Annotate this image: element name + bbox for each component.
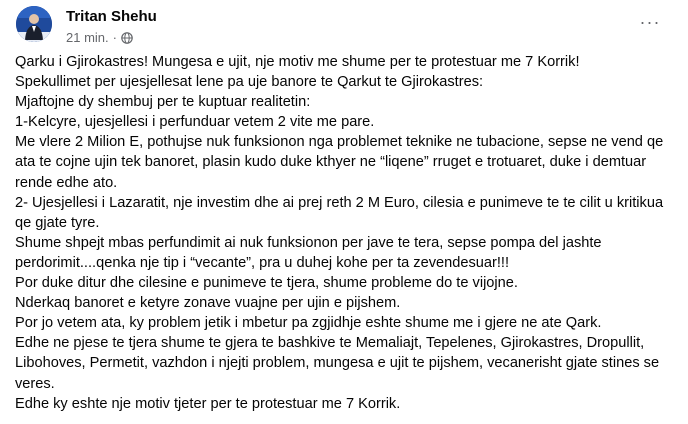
post-timestamp[interactable]: 21 min. xyxy=(66,30,109,45)
post-line: Me vlere 2 Milion E, pothujse nuk funksi… xyxy=(15,134,664,191)
facebook-post: Tritan Shehu 21 min. · ··· Qarku i Gjiro… xyxy=(0,0,688,424)
post-line: Mjaftojne dy shembuj per te kuptuar real… xyxy=(15,94,311,111)
post-line: Shume shpejt mbas perfundimit ai nuk fun… xyxy=(15,234,602,271)
post-line: 1-Kelcyre, ujesjellesi i perfunduar vete… xyxy=(15,114,375,131)
post-body: Qarku i Gjirokastres! Mungesa e ujit, nj… xyxy=(15,52,665,414)
post-line: Qarku i Gjirokastres! Mungesa e ujit, nj… xyxy=(15,54,580,70)
meta-separator: · xyxy=(112,30,117,45)
globe-icon xyxy=(121,31,133,44)
post-line: Edhe ne pjese te tjera shume te gjera te… xyxy=(15,335,660,392)
post-header: Tritan Shehu 21 min. · ··· xyxy=(16,6,672,45)
post-line: Por jo vetem ata, ky problem jetik i mbe… xyxy=(15,315,602,332)
post-line: Edhe ky eshte nje motiv tjeter per te pr… xyxy=(15,395,401,412)
post-line: Nderkaq banoret e ketyre zonave vuajne p… xyxy=(15,295,401,312)
post-line: Spekullimet per ujesjellesat lene pa uje… xyxy=(15,74,484,91)
post-line: 2- Ujesjellesi i Lazaratit, nje investim… xyxy=(15,194,664,231)
post-meta: 21 min. · xyxy=(66,30,133,45)
post-line: Por duke ditur dhe cilesine e punimeve t… xyxy=(15,275,518,292)
more-options-icon[interactable]: ··· xyxy=(638,12,662,32)
author-name[interactable]: Tritan Shehu xyxy=(66,8,157,25)
author-avatar[interactable] xyxy=(16,6,52,42)
